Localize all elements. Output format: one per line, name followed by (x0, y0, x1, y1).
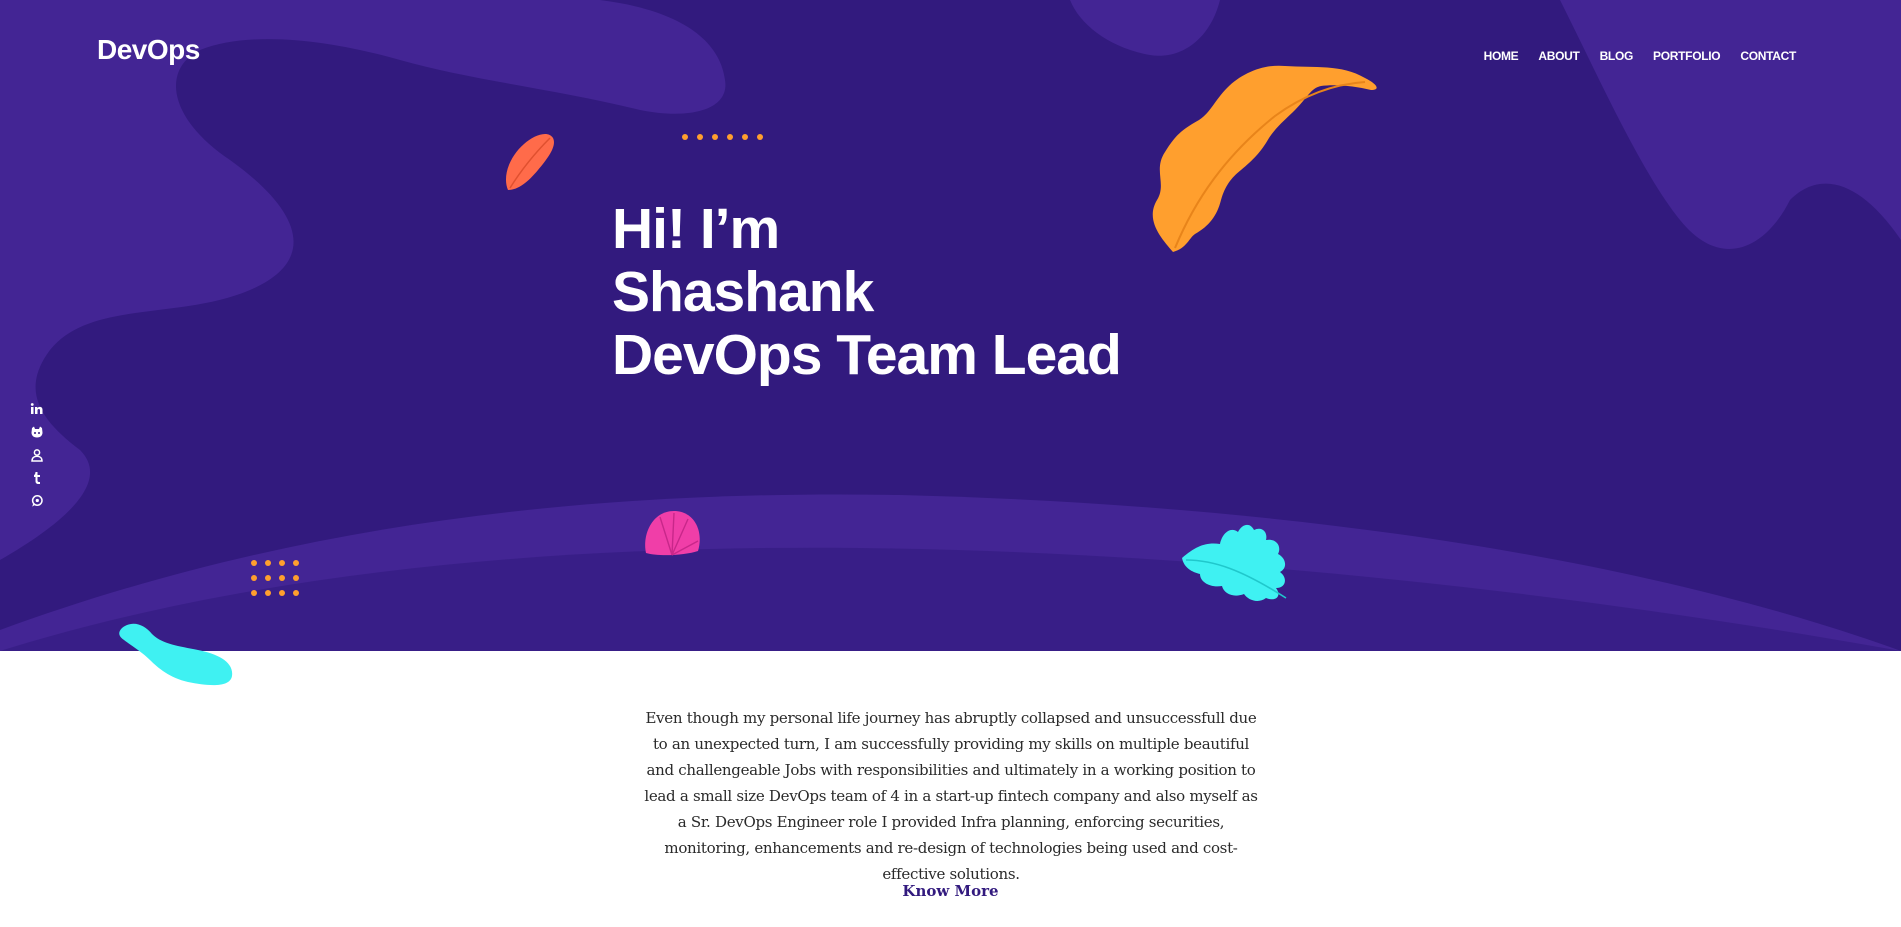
nav-portfolio[interactable]: PORTFOLIO (1653, 49, 1721, 63)
github-icon[interactable] (30, 425, 44, 439)
know-more-container: Know More (0, 882, 1901, 901)
linkedin-icon[interactable] (30, 402, 44, 416)
hero-role: DevOps Team Lead (612, 323, 1122, 387)
social-links (30, 402, 44, 508)
orange-dots-row-decoration (682, 134, 763, 140)
pink-shell-decoration (645, 511, 700, 556)
main-nav: HOME ABOUT BLOG PORTFOLIO CONTACT (1484, 49, 1797, 63)
know-more-link[interactable]: Know More (902, 882, 998, 900)
cyan-blob-decoration (119, 623, 233, 686)
site-logo[interactable]: DevOps (97, 34, 200, 66)
orange-dots-grid-decoration (251, 560, 299, 596)
nav-about[interactable]: ABOUT (1538, 49, 1579, 63)
orange-leaf-decoration (1152, 65, 1377, 252)
cyan-leaf-decoration (1182, 524, 1287, 601)
whatsapp-icon[interactable] (30, 494, 44, 508)
hero-section: DevOps HOME ABOUT BLOG PORTFOLIO CONTACT… (0, 0, 1901, 651)
nav-home[interactable]: HOME (1484, 49, 1519, 63)
nav-contact[interactable]: CONTACT (1740, 49, 1796, 63)
hero-name: Shashank (612, 260, 874, 324)
hero-greeting: Hi! I’m (612, 197, 780, 261)
tumblr-icon[interactable] (30, 471, 44, 485)
coral-leaf-decoration (505, 133, 554, 190)
about-paragraph: Even though my personal life journey has… (644, 709, 1258, 883)
user-icon[interactable] (30, 448, 44, 462)
nav-blog[interactable]: BLOG (1600, 49, 1634, 63)
hero-headline: Hi! I’m Shashank DevOps Team Lead (612, 197, 1122, 387)
